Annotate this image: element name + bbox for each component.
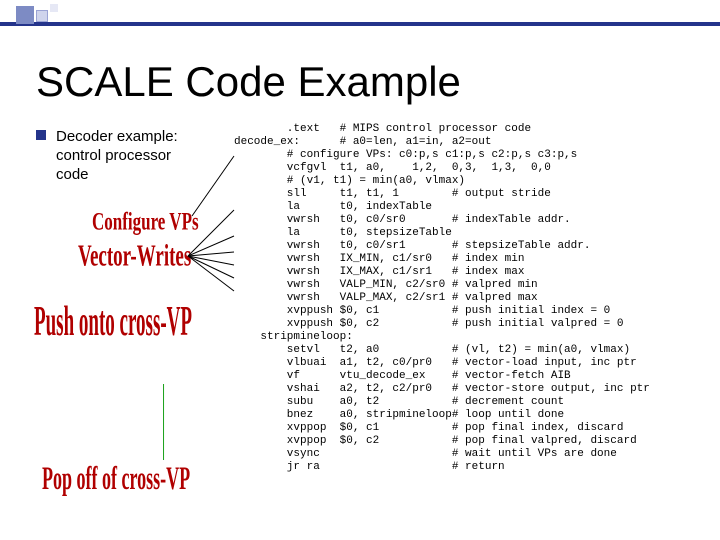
intro-line3: code: [56, 166, 178, 185]
annotation-stripmine-bar: |: [162, 376, 165, 472]
intro-block: Decoder example: control processor code: [36, 128, 178, 184]
page-title: SCALE Code Example: [36, 58, 461, 106]
annotation-pop-cross-vp: Pop off of cross-VP: [42, 460, 190, 498]
header-square-icon: [16, 6, 34, 24]
header-square-icon: [50, 4, 58, 12]
intro-line2: control processor: [56, 147, 178, 166]
slide-header-decor: [0, 0, 720, 34]
annotation-configure-vps: Configure VPs: [92, 207, 199, 237]
bullet-icon: [36, 130, 46, 140]
annotation-vector-writes: Vector-Writes: [78, 240, 191, 275]
header-square-icon: [36, 10, 48, 22]
assembly-code-listing: .text # MIPS control processor code deco…: [234, 123, 650, 474]
annotation-push-cross-vp: Push onto cross-VP: [34, 300, 192, 348]
intro-line1: Decoder example:: [56, 128, 178, 145]
header-stripe: [0, 22, 720, 26]
